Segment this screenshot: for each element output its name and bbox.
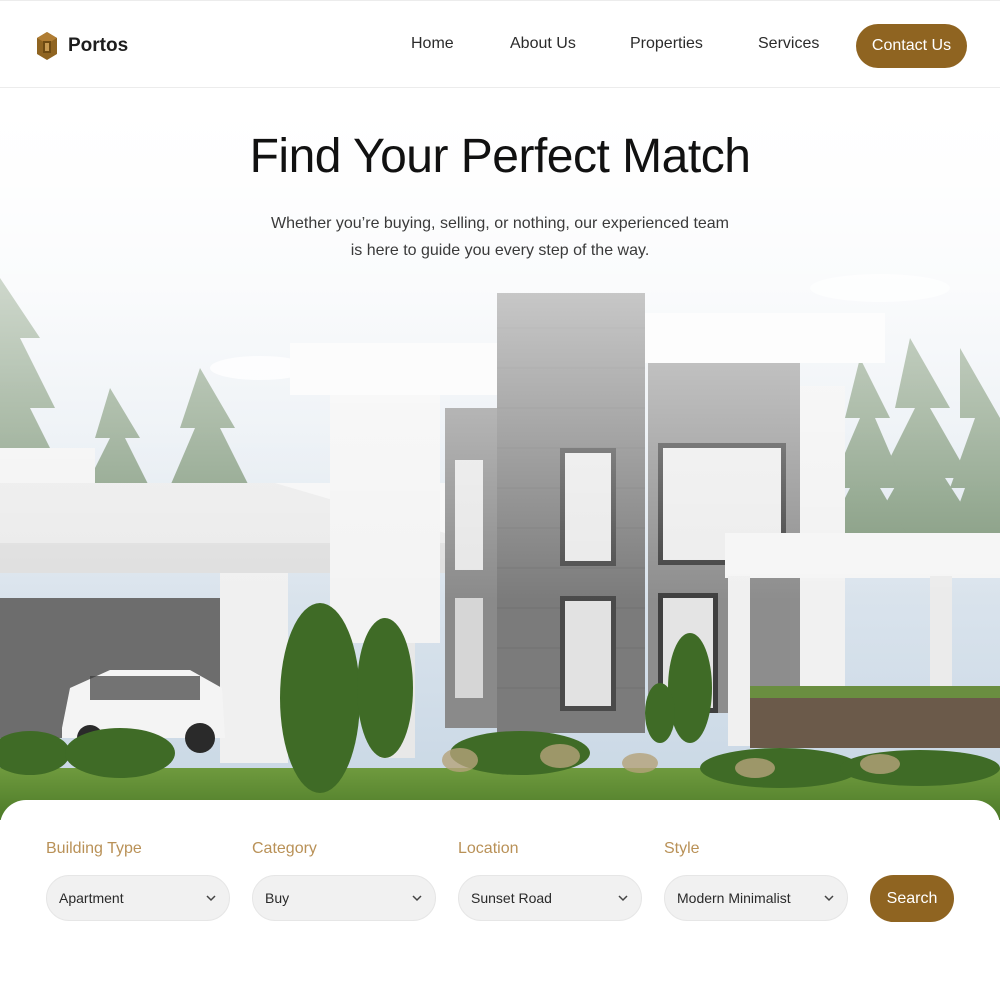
category-select[interactable]: Buy [252,875,436,921]
search-button[interactable]: Search [870,875,954,922]
category-label: Category [252,840,317,857]
hero-subtitle: Whether you’re buying, selling, or nothi… [270,215,730,259]
nav-about-link[interactable]: About Us [510,35,576,53]
location-field: Location Sunset Road [458,840,642,921]
nav-home-link[interactable]: Home [411,35,454,53]
hero-title: Find Your Perfect Match [249,130,751,183]
chevron-down-icon [618,895,628,902]
nav-properties-link[interactable]: Properties [630,35,703,53]
location-select[interactable]: Sunset Road [458,875,642,921]
category-field: Category Buy [252,840,436,921]
hero-section: Find Your Perfect Match Whether you’re b… [0,88,1000,820]
building-type-field: Building Type Apartment [46,840,230,921]
chevron-down-icon [206,895,216,902]
location-label: Location [458,840,519,857]
chevron-down-icon [412,895,422,902]
property-search-panel: Building Type Apartment Category Buy Loc… [0,800,1000,1000]
style-select[interactable]: Modern Minimalist [664,875,848,921]
location-value: Sunset Road [471,890,552,906]
contact-us-button[interactable]: Contact Us [856,24,967,68]
main-nav: Home About Us Properties Services [0,1,1000,89]
site-header: Portos Home About Us Properties Services… [0,0,1000,88]
chevron-down-icon [824,895,834,902]
hero-house-image [0,88,1000,820]
style-value: Modern Minimalist [677,890,791,906]
building-type-label: Building Type [46,840,142,857]
nav-services-link[interactable]: Services [758,35,819,53]
style-field: Style Modern Minimalist [664,840,848,921]
style-label: Style [664,840,700,857]
category-value: Buy [265,890,290,906]
building-type-select[interactable]: Apartment [46,875,230,921]
building-type-value: Apartment [59,890,124,906]
